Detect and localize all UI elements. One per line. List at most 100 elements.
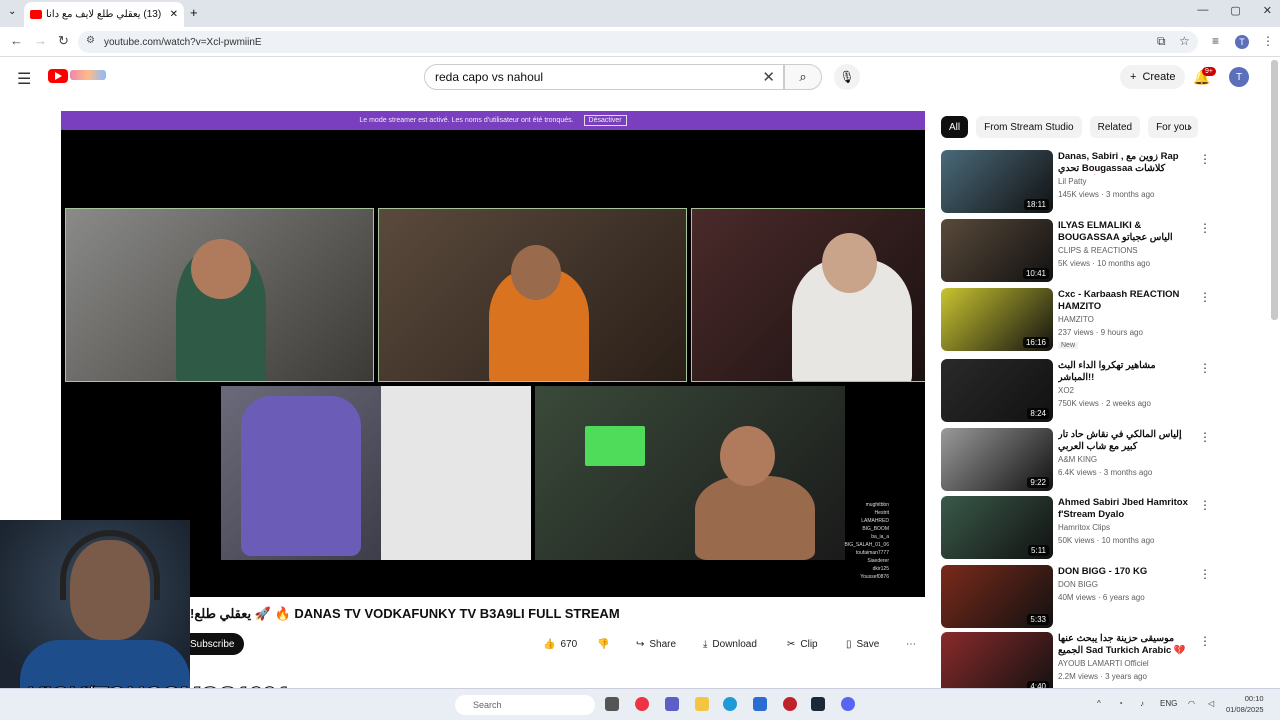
more-vertical-icon[interactable]: ⋮ xyxy=(1199,152,1211,166)
recommendation-item[interactable]: 10:41 ILYAS ELMALIKI & BOUGASSAA الياس عج… xyxy=(941,219,1241,283)
browser-menu-icon[interactable]: ⋮ xyxy=(1262,34,1274,48)
rocket-icon: 🚀 🔥 xyxy=(254,606,291,621)
recommendation-item[interactable]: 4:40 موسيقى حزينة جدا يبحث عنها الجميع Sa… xyxy=(941,632,1241,696)
wifi-icon[interactable]: ◠ xyxy=(1188,699,1195,708)
search-input[interactable]: reda capo vs nahoul ✕ xyxy=(424,64,784,90)
recommendation-item[interactable]: 18:11 Danas, Sabiri , زوين مع Rap تحدي Bo… xyxy=(941,150,1241,214)
rec-channel[interactable]: DON BIGG xyxy=(1058,580,1098,589)
rec-title[interactable]: مشاهير تهكروا الداء البث المباشر!! xyxy=(1058,360,1188,384)
recommendation-item[interactable]: 16:16 Cxc - Karbaash REACTION HAMZITO HAMZ… xyxy=(941,288,1241,352)
video-thumbnail[interactable]: 5:11 xyxy=(941,496,1053,559)
dislike-button[interactable]: 👎 xyxy=(597,634,609,654)
rec-channel[interactable]: CLIPS & REACTIONS xyxy=(1058,246,1138,255)
rec-channel[interactable]: A&M KING xyxy=(1058,455,1097,464)
teams-icon[interactable] xyxy=(665,697,679,711)
speaker-icon[interactable]: ◁ xyxy=(1208,699,1214,708)
rec-channel[interactable]: XO2 xyxy=(1058,386,1074,395)
page-scrollbar[interactable] xyxy=(1271,60,1278,320)
chevron-right-icon[interactable]: › xyxy=(1188,120,1192,134)
rec-channel[interactable]: HAMZITO xyxy=(1058,315,1094,324)
video-thumbnail[interactable]: 10:41 xyxy=(941,219,1053,282)
recommendation-item[interactable]: 5:33 DON BIGG - 170 KG DON BIGG 40M views ·… xyxy=(941,565,1241,629)
disable-streamer-mode-button[interactable]: Désactiver xyxy=(583,115,627,126)
share-icon: ↪ xyxy=(636,638,645,650)
recommendation-item[interactable]: 9:22 إلياس المالكي في نقاش حاد تار كبير م… xyxy=(941,428,1241,492)
chip-related[interactable]: Related xyxy=(1089,116,1141,138)
store-icon[interactable] xyxy=(753,697,767,711)
volume-icon[interactable]: ♪ xyxy=(1140,699,1144,708)
video-thumbnail[interactable]: 4:40 xyxy=(941,632,1053,695)
edge-icon[interactable] xyxy=(723,697,737,711)
recommendation-item[interactable]: 8:24 مشاهير تهكروا الداء البث المباشر!! XO… xyxy=(941,359,1241,423)
recommendation-item[interactable]: 5:11 Ahmed Sabiri Jbed Hamritox f'Stream … xyxy=(941,496,1241,560)
video-thumbnail[interactable]: 18:11 xyxy=(941,150,1053,213)
account-avatar[interactable]: T xyxy=(1229,67,1249,87)
rec-title[interactable]: Ahmed Sabiri Jbed Hamritox f'Stream Dyal… xyxy=(1058,497,1188,521)
more-actions-button[interactable]: ⋯ xyxy=(906,634,916,654)
youtube-logo-icon[interactable] xyxy=(48,69,68,83)
rec-title[interactable]: DON BIGG - 170 KG xyxy=(1058,566,1188,578)
more-vertical-icon[interactable]: ⋮ xyxy=(1199,221,1211,235)
reload-icon[interactable]: ↻ xyxy=(58,33,69,49)
back-icon[interactable]: ← xyxy=(10,33,23,48)
url-field[interactable]: ⚙ youtube.com/watch?v=Xcl-pwmiinE xyxy=(78,31,1198,53)
install-app-icon[interactable]: ⧉ xyxy=(1157,34,1166,49)
bookmark-star-icon[interactable]: ☆ xyxy=(1179,34,1190,48)
create-button[interactable]: + Create xyxy=(1120,65,1186,89)
share-button[interactable]: ↪ Share xyxy=(636,634,676,654)
task-view-icon[interactable] xyxy=(605,697,619,711)
video-thumbnail[interactable]: 5:33 xyxy=(941,565,1053,628)
new-tab-button[interactable]: + xyxy=(190,5,198,20)
rec-channel[interactable]: Lil Patty xyxy=(1058,177,1086,186)
site-info-icon[interactable]: ⚙ xyxy=(86,35,95,46)
rec-title[interactable]: موسيقى حزينة جدا يبحث عنها الجميع Sad Tu… xyxy=(1058,633,1188,657)
search-button[interactable]: ⌕ xyxy=(784,64,822,90)
tab-list-chevron-icon[interactable]: ⌄ xyxy=(8,6,16,17)
video-thumbnail[interactable]: 9:22 xyxy=(941,428,1053,491)
download-button[interactable]: ⤓ Download xyxy=(703,634,757,654)
hamburger-menu-icon[interactable]: ☰ xyxy=(17,69,31,89)
minimize-icon[interactable]: — xyxy=(1197,4,1208,17)
steam-icon[interactable] xyxy=(811,697,825,711)
voice-search-button[interactable]: 🎙 xyxy=(834,64,860,90)
tray-chevron-icon[interactable]: ^ xyxy=(1097,699,1101,708)
rec-title[interactable]: إلياس المالكي في نقاش حاد تار كبير مع شا… xyxy=(1058,429,1188,453)
maximize-icon[interactable]: ▢ xyxy=(1230,4,1240,17)
more-vertical-icon[interactable]: ⋮ xyxy=(1199,498,1211,512)
rec-channel[interactable]: AYOUB LAMARTI Officiel xyxy=(1058,659,1149,668)
browser-tab[interactable]: (13) يعقلي طلع لايف مع دانا ✕ xyxy=(24,2,184,27)
video-player[interactable]: Le mode streamer est activé. Les noms d'… xyxy=(61,111,925,597)
video-title: !يعقلي طلع 🚀 🔥 DANAS TV VODKAFUNKY TV B3… xyxy=(190,606,620,622)
more-vertical-icon[interactable]: ⋮ xyxy=(1199,361,1211,375)
taskbar-search-input[interactable]: Search xyxy=(455,695,595,715)
tab-close-icon[interactable]: ✕ xyxy=(170,9,178,20)
more-vertical-icon[interactable]: ⋮ xyxy=(1199,567,1211,581)
more-vertical-icon[interactable]: ⋮ xyxy=(1199,430,1211,444)
browser-profile-avatar[interactable]: T xyxy=(1235,35,1249,49)
clear-search-icon[interactable]: ✕ xyxy=(762,68,775,86)
rec-title[interactable]: Cxc - Karbaash REACTION HAMZITO xyxy=(1058,289,1188,313)
language-indicator[interactable]: ENG xyxy=(1160,699,1177,708)
forward-icon[interactable]: → xyxy=(34,33,47,48)
video-thumbnail[interactable]: 16:16 xyxy=(941,288,1053,351)
system-clock[interactable]: 00:10 01/08/2025 xyxy=(1226,693,1264,715)
reading-list-icon[interactable]: ≡ xyxy=(1212,34,1219,48)
clip-button[interactable]: ✂ Clip xyxy=(787,634,818,654)
file-explorer-icon[interactable] xyxy=(695,697,709,711)
chip-from-stream-studio[interactable]: From Stream Studio xyxy=(976,116,1082,138)
rec-title[interactable]: ILYAS ELMALIKI & BOUGASSAA الياس عجباتو … xyxy=(1058,220,1188,244)
doodle-logo[interactable] xyxy=(70,70,106,80)
rec-channel[interactable]: Hamritox Clips xyxy=(1058,523,1110,532)
save-button[interactable]: ▯ Save xyxy=(846,634,879,654)
more-vertical-icon[interactable]: ⋮ xyxy=(1199,290,1211,304)
chip-all[interactable]: All xyxy=(941,116,969,138)
video-thumbnail[interactable]: 8:24 xyxy=(941,359,1053,422)
network-icon[interactable]: ◔ xyxy=(1118,699,1123,708)
app-icon[interactable] xyxy=(783,697,797,711)
rec-title[interactable]: Danas, Sabiri , زوين مع Rap تحدي Bougass… xyxy=(1058,151,1188,175)
more-vertical-icon[interactable]: ⋮ xyxy=(1199,634,1211,648)
close-window-icon[interactable]: ✕ xyxy=(1263,4,1272,17)
chrome-icon[interactable] xyxy=(635,697,649,711)
like-button[interactable]: 👍 670 xyxy=(543,634,577,654)
discord-icon[interactable] xyxy=(841,697,855,711)
